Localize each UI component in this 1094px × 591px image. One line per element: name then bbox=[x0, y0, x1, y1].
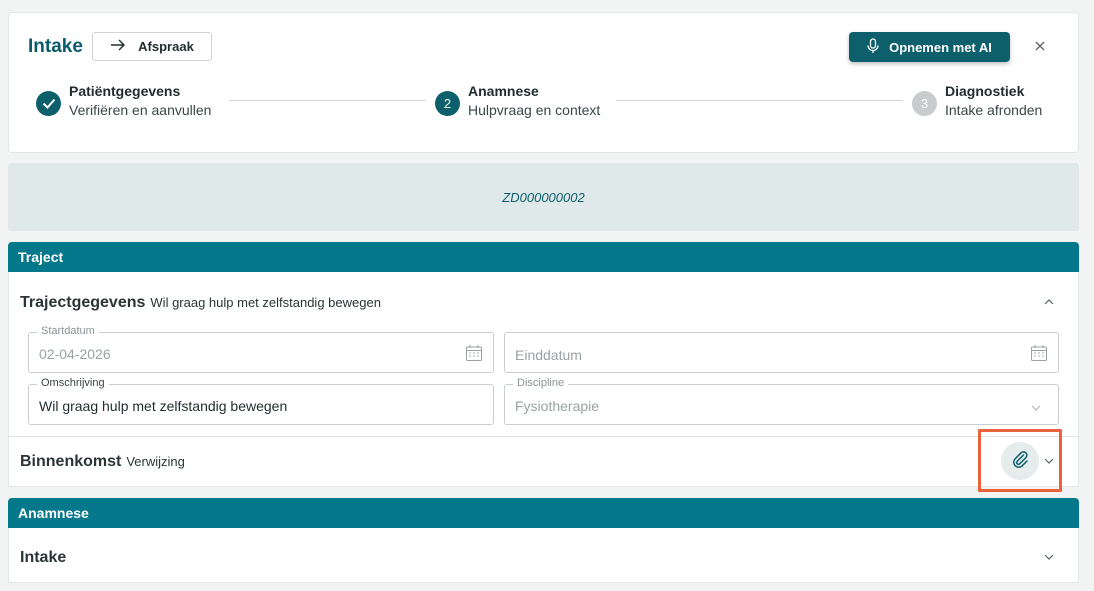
step-title: Patiëntgegevens bbox=[69, 83, 181, 99]
dossier-code: ZD000000002 bbox=[502, 189, 585, 205]
section-title: Traject bbox=[18, 249, 64, 265]
chevron-down-icon[interactable] bbox=[1042, 550, 1056, 564]
section-header-traject: Traject bbox=[8, 242, 1079, 272]
step-connector bbox=[616, 100, 903, 101]
microphone-icon bbox=[867, 37, 879, 57]
step-number: 2 bbox=[435, 91, 460, 116]
omschrijving-label: Omschrijving bbox=[37, 377, 109, 389]
calendar-icon[interactable] bbox=[1030, 344, 1048, 367]
divider bbox=[8, 436, 1079, 437]
omschrijving-value: Wil graag hulp met zelfstandig bewegen bbox=[39, 398, 288, 414]
intake-group-header[interactable]: Intake bbox=[20, 549, 66, 567]
dossier-banner: ZD000000002 bbox=[8, 163, 1079, 231]
chevron-up-icon[interactable] bbox=[1042, 295, 1056, 309]
step-connector bbox=[229, 100, 426, 101]
page-title: Intake bbox=[28, 36, 83, 57]
section-body-anamnese bbox=[8, 528, 1079, 583]
record-ai-button[interactable]: Opnemen met AI bbox=[849, 32, 1010, 62]
startdatum-label: Startdatum bbox=[37, 325, 99, 337]
startdatum-value: 02-04-2026 bbox=[39, 346, 111, 362]
afspraak-button[interactable]: Afspraak bbox=[92, 32, 212, 61]
close-icon[interactable] bbox=[1032, 38, 1048, 54]
step-title: Anamnese bbox=[468, 83, 539, 99]
check-icon bbox=[36, 91, 61, 116]
discipline-select[interactable]: Discipline Fysiotherapie bbox=[504, 377, 1059, 425]
step-subtitle: Hulpvraag en context bbox=[468, 102, 601, 118]
startdatum-field[interactable]: Startdatum 02-04-2026 bbox=[28, 325, 494, 373]
step-number: 3 bbox=[912, 91, 937, 116]
section-title: Anamnese bbox=[18, 505, 89, 521]
highlight-box bbox=[978, 429, 1062, 492]
binnenkomst-subtitle: Verwijzing bbox=[126, 454, 185, 469]
section-header-anamnese: Anamnese bbox=[8, 498, 1079, 528]
step-subtitle: Verifiëren en aanvullen bbox=[69, 102, 212, 118]
arrow-right-icon bbox=[110, 39, 126, 54]
step-title: Diagnostiek bbox=[945, 83, 1025, 99]
einddatum-placeholder: Einddatum bbox=[515, 347, 582, 363]
binnenkomst-header[interactable]: Binnenkomst Verwijzing bbox=[20, 453, 185, 471]
chevron-down-icon bbox=[1030, 399, 1042, 417]
record-ai-label: Opnemen met AI bbox=[889, 39, 992, 55]
discipline-value: Fysiotherapie bbox=[515, 398, 600, 414]
step-patientgegevens[interactable]: Patiëntgegevens Verifiëren en aanvullen bbox=[36, 82, 211, 120]
step-anamnese[interactable]: 2 Anamnese Hulpvraag en context bbox=[435, 82, 600, 120]
binnenkomst-title: Binnenkomst bbox=[20, 453, 122, 470]
omschrijving-field[interactable]: Omschrijving Wil graag hulp met zelfstan… bbox=[28, 377, 494, 425]
discipline-label: Discipline bbox=[513, 377, 569, 389]
group-subtitle: Wil graag hulp met zelfstandig bewegen bbox=[150, 295, 381, 310]
afspraak-label: Afspraak bbox=[138, 39, 194, 54]
trajectgegevens-header[interactable]: Trajectgegevens Wil graag hulp met zelfs… bbox=[20, 294, 381, 312]
einddatum-field[interactable]: Einddatum bbox=[504, 332, 1059, 373]
step-subtitle: Intake afronden bbox=[945, 102, 1043, 118]
group-title: Intake bbox=[20, 549, 67, 566]
group-title: Trajectgegevens bbox=[20, 294, 146, 311]
calendar-icon[interactable] bbox=[465, 344, 483, 367]
step-diagnostiek[interactable]: 3 Diagnostiek Intake afronden bbox=[912, 82, 1042, 120]
